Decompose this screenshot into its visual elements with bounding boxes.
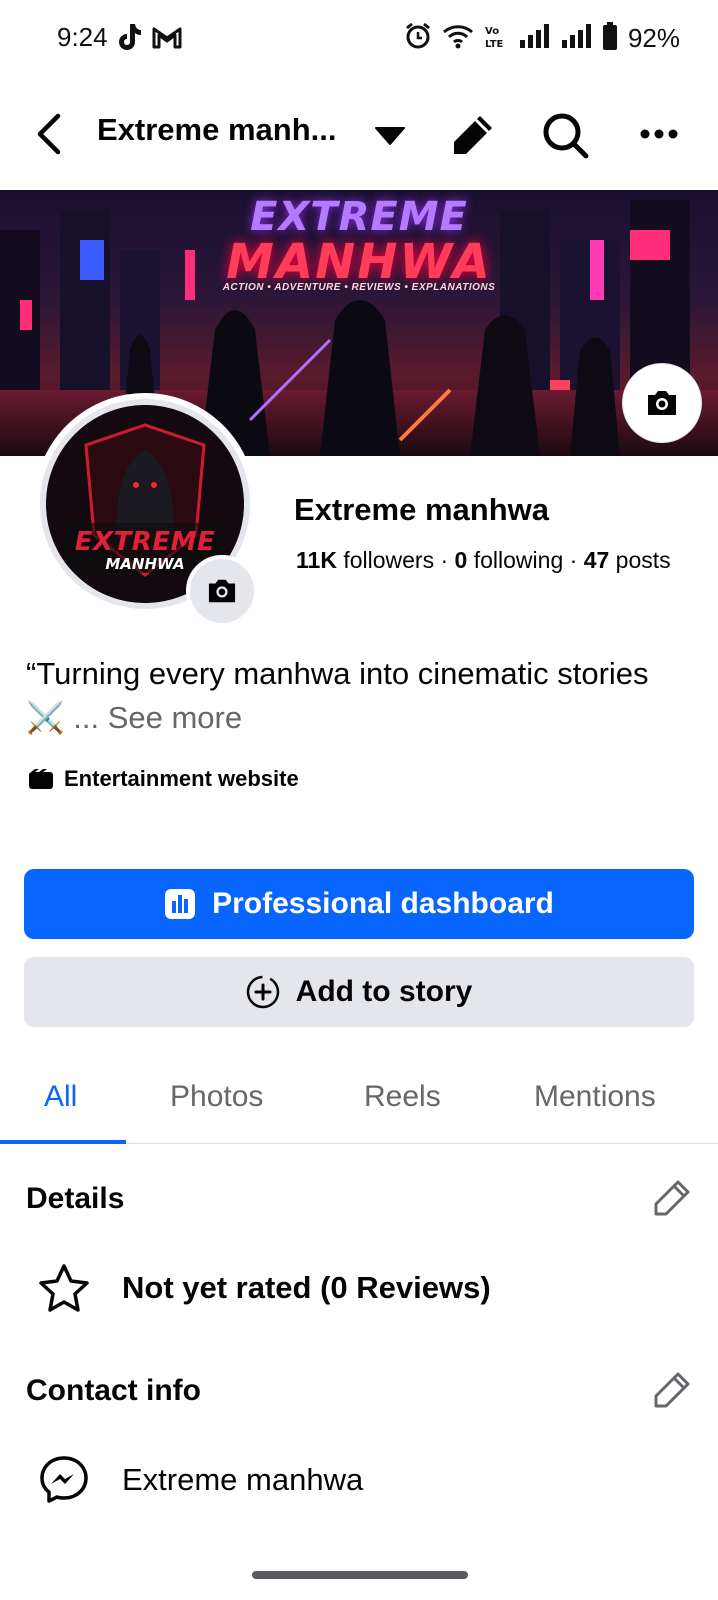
rating-row[interactable]: Not yet rated (0 Reviews) (36, 1260, 491, 1316)
pencil-icon (654, 1180, 690, 1216)
rating-label: Not yet rated (0 Reviews) (122, 1270, 491, 1305)
svg-text:LTE: LTE (485, 39, 504, 50)
tab-photos[interactable]: Photos (170, 1080, 263, 1114)
cover-subtitle: ACTION • ADVENTURE • REVIEWS • EXPLANATI… (222, 282, 496, 293)
signal-icon (560, 24, 592, 53)
status-bar: 9:24 Vo LTE 92% (0, 0, 718, 80)
stats-separator: · (434, 547, 455, 573)
bio: “Turning every manhwa into cinematic sto… (26, 652, 686, 740)
professional-dashboard-label: Professional dashboard (212, 887, 554, 920)
status-time: 9:24 (57, 22, 108, 52)
signal-icon (518, 24, 550, 53)
profile-tabs: All Photos Reels Mentions (0, 1060, 718, 1144)
avatar-logo-line1: EXTREME (74, 527, 216, 557)
edit-details-button[interactable] (650, 1176, 694, 1220)
professional-dashboard-button[interactable]: Professional dashboard (24, 869, 694, 939)
wifi-icon (442, 23, 474, 54)
see-more-link[interactable]: See more (108, 700, 242, 735)
add-to-story-button[interactable]: Add to story (24, 957, 694, 1027)
profile-stats: 11K followers · 0 following · 47 posts (296, 547, 671, 574)
tiktok-icon (116, 22, 142, 57)
search-icon (543, 113, 589, 159)
edit-contact-button[interactable] (650, 1368, 694, 1412)
followers-label[interactable]: followers (343, 547, 434, 573)
more-options-button[interactable] (634, 110, 684, 160)
svg-text:Vo: Vo (485, 26, 499, 37)
profile-name: Extreme manhwa (294, 492, 549, 527)
bio-ellipsis: ... (73, 700, 100, 735)
add-story-icon (246, 975, 279, 1009)
details-heading: Details (26, 1182, 125, 1215)
following-label[interactable]: following (474, 547, 564, 573)
edit-profile-picture-button[interactable] (186, 555, 258, 627)
contact-info-heading: Contact info (26, 1374, 201, 1407)
edit-cover-button[interactable] (623, 364, 701, 442)
category-label: Entertainment website (64, 766, 299, 791)
dashboard-icon (165, 889, 196, 919)
stats-separator: · (563, 547, 584, 573)
messenger-row[interactable]: Extreme manhwa (36, 1452, 363, 1508)
battery-percentage: 92% (627, 23, 680, 53)
search-button[interactable] (540, 110, 590, 160)
camera-icon (648, 391, 676, 415)
back-button[interactable] (28, 106, 68, 162)
home-indicator[interactable] (252, 1571, 468, 1579)
edit-button[interactable] (448, 110, 498, 160)
tab-mentions[interactable]: Mentions (534, 1080, 656, 1114)
following-count[interactable]: 0 (455, 547, 468, 573)
messenger-label: Extreme manhwa (122, 1462, 364, 1497)
gmail-icon (152, 25, 182, 54)
posts-label: posts (615, 547, 671, 573)
page-title[interactable]: Extreme manh... (97, 112, 336, 148)
followers-count[interactable]: 11K (296, 547, 337, 573)
pencil-icon (454, 116, 492, 154)
pencil-icon (654, 1372, 690, 1408)
active-tab-indicator (0, 1140, 126, 1144)
alarm-icon (404, 22, 432, 55)
tab-reels[interactable]: Reels (364, 1080, 441, 1114)
clapperboard-icon (29, 769, 53, 789)
battery-icon (602, 22, 618, 55)
more-icon (640, 129, 678, 139)
back-arrow-icon (37, 113, 61, 155)
caret-down-icon[interactable] (373, 120, 407, 150)
page-header: Extreme manh... (0, 88, 718, 184)
posts-count: 47 (583, 547, 610, 573)
tab-all[interactable]: All (44, 1080, 77, 1114)
cover-title: EXTREME MANHWA (0, 194, 718, 290)
messenger-icon (36, 1452, 92, 1508)
star-icon (36, 1260, 92, 1316)
volte-icon: Vo LTE (484, 22, 508, 55)
camera-icon (208, 579, 236, 603)
add-to-story-label: Add to story (295, 975, 473, 1008)
page-category: Entertainment website (28, 766, 299, 792)
